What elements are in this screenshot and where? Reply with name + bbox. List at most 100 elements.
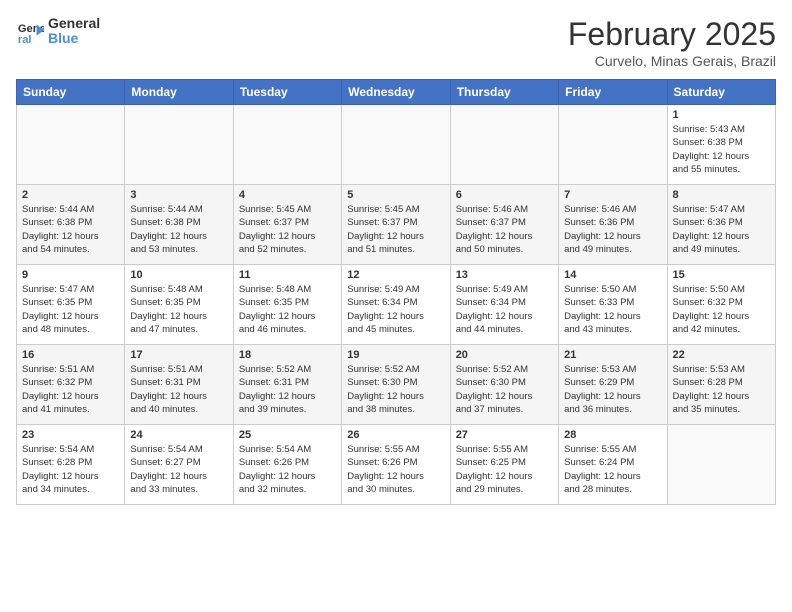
calendar-cell: 13 Sunrise: 5:49 AM Sunset: 6:34 PM Dayli… <box>450 265 558 345</box>
weekday-header: Saturday <box>667 80 775 105</box>
day-info: Sunrise: 5:55 AM Sunset: 6:24 PM Dayligh… <box>564 443 661 496</box>
day-info: Sunrise: 5:50 AM Sunset: 6:33 PM Dayligh… <box>564 283 661 336</box>
day-number: 7 <box>564 189 661 201</box>
day-number: 15 <box>673 269 770 281</box>
month-title: February 2025 <box>568 16 776 53</box>
day-number: 8 <box>673 189 770 201</box>
calendar-week-row: 23 Sunrise: 5:54 AM Sunset: 6:28 PM Dayli… <box>17 425 776 505</box>
day-info: Sunrise: 5:52 AM Sunset: 6:30 PM Dayligh… <box>456 363 553 416</box>
logo-text: General Blue <box>48 16 100 47</box>
weekday-header: Thursday <box>450 80 558 105</box>
day-info: Sunrise: 5:47 AM Sunset: 6:36 PM Dayligh… <box>673 203 770 256</box>
day-info: Sunrise: 5:55 AM Sunset: 6:25 PM Dayligh… <box>456 443 553 496</box>
day-info: Sunrise: 5:47 AM Sunset: 6:35 PM Dayligh… <box>22 283 119 336</box>
calendar-cell: 12 Sunrise: 5:49 AM Sunset: 6:34 PM Dayli… <box>342 265 450 345</box>
calendar-cell: 24Sunrise: 5:54 AM Sunset: 6:27 PM Dayli… <box>125 425 233 505</box>
location-subtitle: Curvelo, Minas Gerais, Brazil <box>568 53 776 69</box>
day-info: Sunrise: 5:44 AM Sunset: 6:38 PM Dayligh… <box>22 203 119 256</box>
day-info: Sunrise: 5:52 AM Sunset: 6:31 PM Dayligh… <box>239 363 336 416</box>
title-section: February 2025 Curvelo, Minas Gerais, Bra… <box>568 16 776 69</box>
day-info: Sunrise: 5:43 AM Sunset: 6:38 PM Dayligh… <box>673 123 770 176</box>
day-number: 5 <box>347 189 444 201</box>
day-number: 17 <box>130 349 227 361</box>
page-header: Gene ral General Blue February 2025 Curv… <box>16 16 776 69</box>
day-info: Sunrise: 5:49 AM Sunset: 6:34 PM Dayligh… <box>456 283 553 336</box>
calendar-cell: 21 Sunrise: 5:53 AM Sunset: 6:29 PM Dayli… <box>559 345 667 425</box>
day-info: Sunrise: 5:53 AM Sunset: 6:28 PM Dayligh… <box>673 363 770 416</box>
day-number: 19 <box>347 349 444 361</box>
day-info: Sunrise: 5:50 AM Sunset: 6:32 PM Dayligh… <box>673 283 770 336</box>
calendar-cell: 10Sunrise: 5:48 AM Sunset: 6:35 PM Dayli… <box>125 265 233 345</box>
weekday-header: Wednesday <box>342 80 450 105</box>
calendar-cell: 11 Sunrise: 5:48 AM Sunset: 6:35 PM Dayli… <box>233 265 341 345</box>
day-info: Sunrise: 5:52 AM Sunset: 6:30 PM Dayligh… <box>347 363 444 416</box>
weekday-header-row: SundayMondayTuesdayWednesdayThursdayFrid… <box>17 80 776 105</box>
calendar-cell: 15 Sunrise: 5:50 AM Sunset: 6:32 PM Dayli… <box>667 265 775 345</box>
calendar-cell <box>17 105 125 185</box>
day-number: 6 <box>456 189 553 201</box>
day-number: 12 <box>347 269 444 281</box>
day-number: 10 <box>130 269 227 281</box>
calendar-cell: 3 Sunrise: 5:44 AM Sunset: 6:38 PM Daylig… <box>125 185 233 265</box>
calendar-cell: 16Sunrise: 5:51 AM Sunset: 6:32 PM Dayli… <box>17 345 125 425</box>
day-info: Sunrise: 5:48 AM Sunset: 6:35 PM Dayligh… <box>239 283 336 336</box>
day-number: 26 <box>347 429 444 441</box>
calendar-week-row: 2 Sunrise: 5:44 AM Sunset: 6:38 PM Daylig… <box>17 185 776 265</box>
day-info: Sunrise: 5:46 AM Sunset: 6:37 PM Dayligh… <box>456 203 553 256</box>
day-info: Sunrise: 5:51 AM Sunset: 6:32 PM Dayligh… <box>22 363 119 416</box>
day-number: 4 <box>239 189 336 201</box>
calendar-cell <box>559 105 667 185</box>
day-info: Sunrise: 5:45 AM Sunset: 6:37 PM Dayligh… <box>347 203 444 256</box>
weekday-header: Sunday <box>17 80 125 105</box>
calendar-cell: 7 Sunrise: 5:46 AM Sunset: 6:36 PM Daylig… <box>559 185 667 265</box>
calendar-cell: 23 Sunrise: 5:54 AM Sunset: 6:28 PM Dayli… <box>17 425 125 505</box>
calendar-cell <box>450 105 558 185</box>
weekday-header: Tuesday <box>233 80 341 105</box>
calendar-week-row: 16Sunrise: 5:51 AM Sunset: 6:32 PM Dayli… <box>17 345 776 425</box>
day-number: 25 <box>239 429 336 441</box>
calendar-table: SundayMondayTuesdayWednesdayThursdayFrid… <box>16 79 776 505</box>
calendar-cell: 18 Sunrise: 5:52 AM Sunset: 6:31 PM Dayli… <box>233 345 341 425</box>
day-info: Sunrise: 5:44 AM Sunset: 6:38 PM Dayligh… <box>130 203 227 256</box>
calendar-cell: 28 Sunrise: 5:55 AM Sunset: 6:24 PM Dayli… <box>559 425 667 505</box>
day-number: 2 <box>22 189 119 201</box>
calendar-cell <box>342 105 450 185</box>
day-info: Sunrise: 5:53 AM Sunset: 6:29 PM Dayligh… <box>564 363 661 416</box>
logo-line2: Blue <box>48 31 100 46</box>
calendar-cell: 9 Sunrise: 5:47 AM Sunset: 6:35 PM Daylig… <box>17 265 125 345</box>
day-number: 14 <box>564 269 661 281</box>
day-number: 11 <box>239 269 336 281</box>
logo-icon: Gene ral <box>16 17 44 45</box>
weekday-header: Monday <box>125 80 233 105</box>
day-info: Sunrise: 5:54 AM Sunset: 6:28 PM Dayligh… <box>22 443 119 496</box>
weekday-header: Friday <box>559 80 667 105</box>
day-number: 24 <box>130 429 227 441</box>
calendar-cell: 17 Sunrise: 5:51 AM Sunset: 6:31 PM Dayli… <box>125 345 233 425</box>
day-number: 13 <box>456 269 553 281</box>
day-info: Sunrise: 5:49 AM Sunset: 6:34 PM Dayligh… <box>347 283 444 336</box>
svg-text:ral: ral <box>18 35 32 46</box>
day-info: Sunrise: 5:54 AM Sunset: 6:26 PM Dayligh… <box>239 443 336 496</box>
calendar-cell <box>125 105 233 185</box>
calendar-cell: 4 Sunrise: 5:45 AM Sunset: 6:37 PM Daylig… <box>233 185 341 265</box>
calendar-cell: 25 Sunrise: 5:54 AM Sunset: 6:26 PM Dayli… <box>233 425 341 505</box>
day-number: 9 <box>22 269 119 281</box>
day-info: Sunrise: 5:46 AM Sunset: 6:36 PM Dayligh… <box>564 203 661 256</box>
calendar-cell: 27 Sunrise: 5:55 AM Sunset: 6:25 PM Dayli… <box>450 425 558 505</box>
day-number: 28 <box>564 429 661 441</box>
calendar-cell: 19 Sunrise: 5:52 AM Sunset: 6:30 PM Dayli… <box>342 345 450 425</box>
day-number: 21 <box>564 349 661 361</box>
day-number: 18 <box>239 349 336 361</box>
calendar-cell: 20 Sunrise: 5:52 AM Sunset: 6:30 PM Dayli… <box>450 345 558 425</box>
day-number: 20 <box>456 349 553 361</box>
calendar-cell: 26Sunrise: 5:55 AM Sunset: 6:26 PM Dayli… <box>342 425 450 505</box>
day-number: 27 <box>456 429 553 441</box>
day-number: 23 <box>22 429 119 441</box>
calendar-cell: 22Sunrise: 5:53 AM Sunset: 6:28 PM Dayli… <box>667 345 775 425</box>
day-info: Sunrise: 5:45 AM Sunset: 6:37 PM Dayligh… <box>239 203 336 256</box>
calendar-cell: 5 Sunrise: 5:45 AM Sunset: 6:37 PM Daylig… <box>342 185 450 265</box>
day-number: 1 <box>673 109 770 121</box>
calendar-cell <box>667 425 775 505</box>
day-number: 3 <box>130 189 227 201</box>
day-info: Sunrise: 5:51 AM Sunset: 6:31 PM Dayligh… <box>130 363 227 416</box>
